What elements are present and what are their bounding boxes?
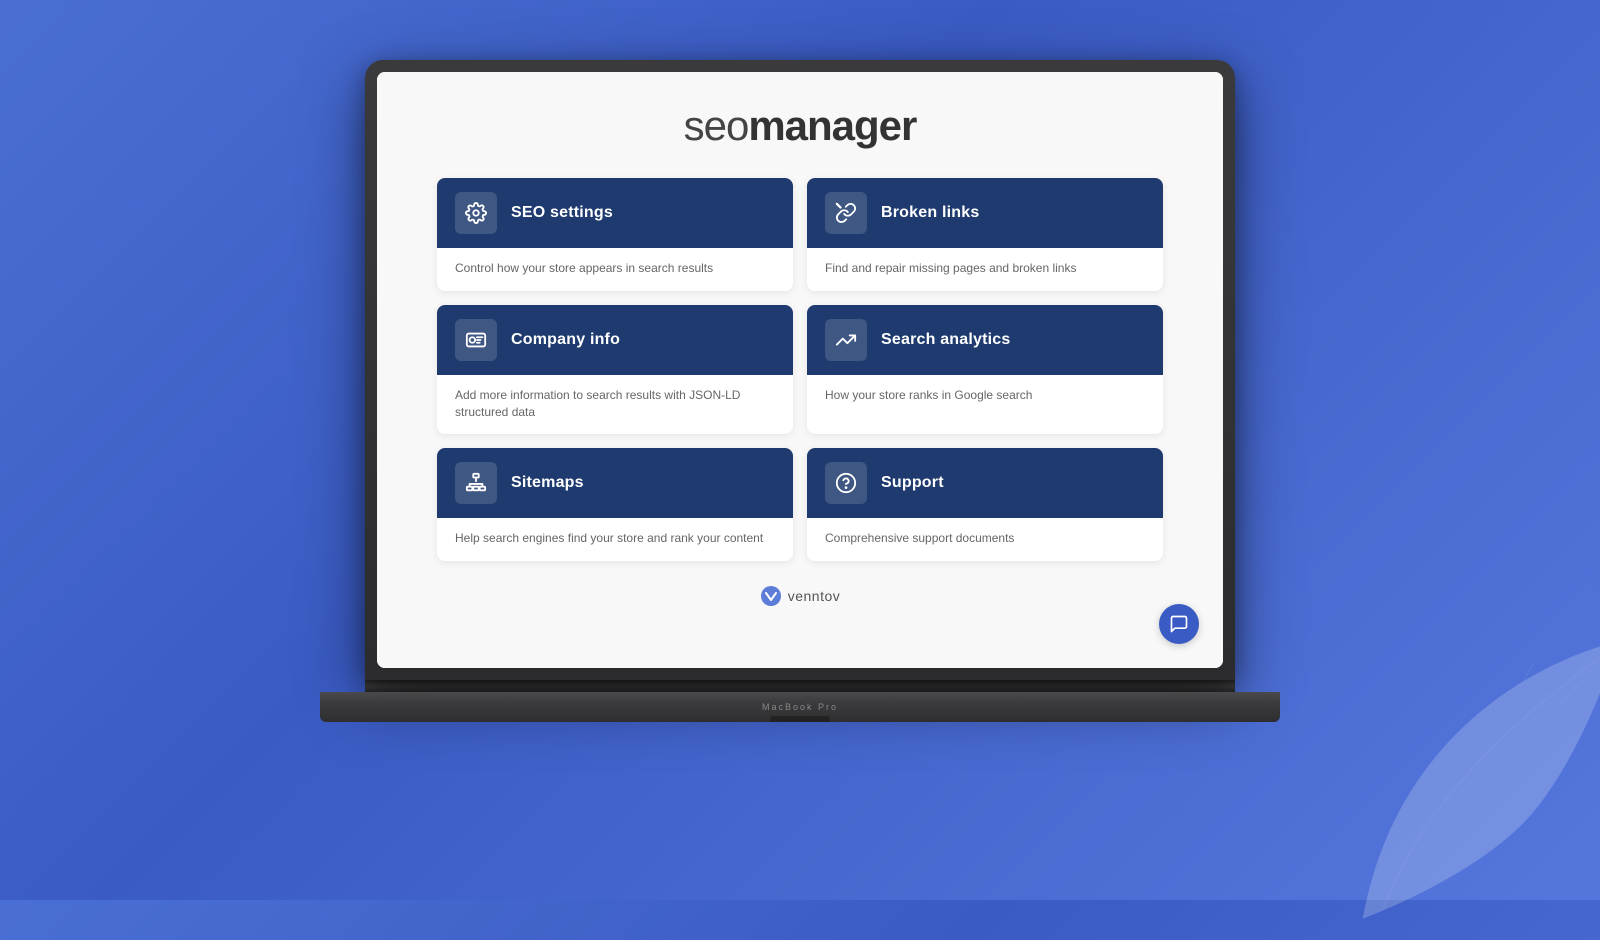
card-broken-links-icon-wrap [825,192,867,234]
card-sitemaps-desc: Help search engines find your store and … [455,530,775,547]
laptop-notch [770,716,830,722]
card-search-analytics-header: Search analytics [807,305,1163,375]
card-company-info[interactable]: Company info Add more information to sea… [437,305,793,435]
card-company-info-desc: Add more information to search results w… [455,387,775,421]
sitemap-icon [465,472,487,494]
card-search-analytics-desc: How your store ranks in Google search [825,387,1145,404]
card-broken-links[interactable]: Broken links Find and repair missing pag… [807,178,1163,291]
bg-leaf-decoration [1320,620,1600,940]
logo-manager: manager [748,102,916,149]
card-broken-links-body: Find and repair missing pages and broken… [807,248,1163,291]
venntov-icon [760,585,782,607]
card-search-analytics-title: Search analytics [881,331,1011,349]
chat-icon [1169,614,1189,634]
card-seo-settings[interactable]: SEO settings Control how your store appe… [437,178,793,291]
chat-support-button[interactable] [1159,604,1199,644]
chart-icon [835,329,857,351]
support-icon [835,472,857,494]
card-sitemaps-title: Sitemaps [511,474,584,492]
laptop-model-label: MacBook Pro [762,702,838,712]
venntov-text: venntov [788,588,841,604]
card-seo-settings-title: SEO settings [511,204,613,222]
logo-area: seomanager [437,72,1163,178]
card-search-analytics-icon-wrap [825,319,867,361]
cards-grid: SEO settings Control how your store appe… [437,178,1163,561]
card-company-info-title: Company info [511,331,620,349]
laptop-screen-bezel: seomanager [365,60,1235,680]
card-support-desc: Comprehensive support documents [825,530,1145,547]
card-sitemaps-body: Help search engines find your store and … [437,518,793,561]
card-sitemaps-header: Sitemaps [437,448,793,518]
card-search-analytics-body: How your store ranks in Google search [807,375,1163,418]
card-seo-settings-body: Control how your store appears in search… [437,248,793,291]
laptop-base: MacBook Pro [320,692,1280,722]
card-search-analytics[interactable]: Search analytics How your store ranks in… [807,305,1163,435]
card-seo-settings-header: SEO settings [437,178,793,248]
card-company-info-header: Company info [437,305,793,375]
card-company-info-body: Add more information to search results w… [437,375,793,435]
card-support-header: Support [807,448,1163,518]
app-logo: seomanager [437,102,1163,150]
app-content: seomanager [377,72,1223,668]
screen-content: seomanager [377,72,1223,668]
card-support[interactable]: Support Comprehensive support documents [807,448,1163,561]
card-sitemaps-icon-wrap [455,462,497,504]
card-sitemaps[interactable]: Sitemaps Help search engines find your s… [437,448,793,561]
card-company-info-icon-wrap [455,319,497,361]
laptop-frame: seomanager [350,60,1250,840]
gear-icon [465,202,487,224]
card-support-icon-wrap [825,462,867,504]
card-support-title: Support [881,474,944,492]
id-card-icon [465,329,487,351]
laptop-screen-inner: seomanager [377,72,1223,668]
broken-link-icon [835,202,857,224]
card-support-body: Comprehensive support documents [807,518,1163,561]
logo-seo: seo [684,102,749,149]
laptop-hinge [365,680,1235,692]
card-seo-settings-desc: Control how your store appears in search… [455,260,775,277]
card-broken-links-desc: Find and repair missing pages and broken… [825,260,1145,277]
card-seo-settings-icon-wrap [455,192,497,234]
card-broken-links-header: Broken links [807,178,1163,248]
venntov-logo: venntov [760,585,841,607]
card-broken-links-title: Broken links [881,204,979,222]
